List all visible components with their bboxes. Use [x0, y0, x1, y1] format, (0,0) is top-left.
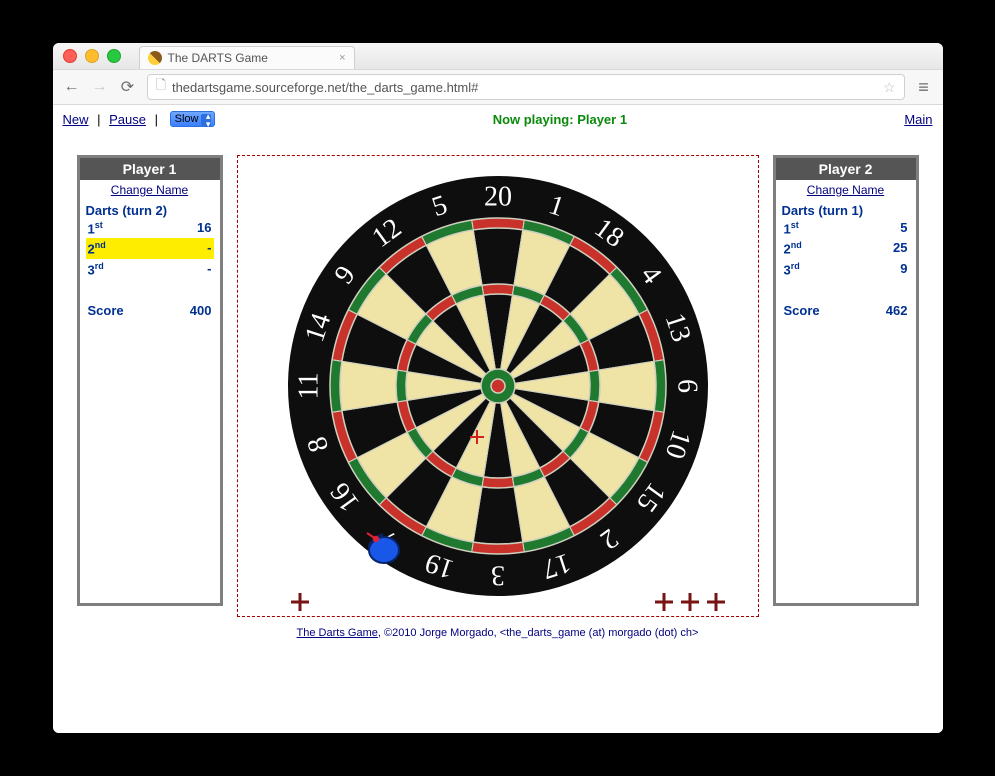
dartboard-area[interactable]: 2011841361015217319716811149125	[237, 155, 759, 617]
player2-title: Player 2	[776, 158, 916, 180]
chevron-updown-icon: ▴▾	[206, 112, 211, 128]
close-window-icon[interactable]	[63, 49, 77, 63]
player2-throw-row: 1st5	[782, 218, 910, 238]
page-footer: The Darts Game, ©2010 Jorge Morgado, <th…	[53, 623, 943, 649]
url-bar[interactable]: 🗋 thedartsgame.sourceforge.net/the_darts…	[147, 74, 905, 100]
player1-score-row: Score 400	[86, 301, 214, 320]
board-number: 20	[484, 182, 512, 213]
player1-throw-row: 1st16	[86, 218, 214, 238]
tab-title: The DARTS Game	[168, 51, 268, 65]
page-icon: 🗋	[156, 76, 166, 98]
p1-remaining-dart-icon	[291, 593, 309, 611]
browser-window: The DARTS Game × ← → ⟳ 🗋 thedartsgame.so…	[53, 43, 943, 733]
player2-change-name[interactable]: Change Name	[776, 180, 916, 200]
player2-turn-label: Darts (turn 1)	[782, 203, 910, 218]
p2-remaining-dart-icon	[707, 593, 725, 611]
player1-throw-row: 3rd-	[86, 259, 214, 279]
throwing-hand-icon	[362, 526, 404, 568]
url-text: thedartsgame.sourceforge.net/the_darts_g…	[172, 80, 478, 95]
new-game-link[interactable]: New	[63, 112, 89, 127]
back-icon[interactable]: ←	[63, 78, 81, 96]
minimize-window-icon[interactable]	[85, 49, 99, 63]
board-number: 11	[293, 373, 324, 400]
pause-link[interactable]: Pause	[109, 112, 146, 127]
speed-value: Slow	[175, 113, 199, 125]
p2-remaining-dart-icon	[655, 593, 673, 611]
player1-throw-row: 2nd-	[86, 238, 214, 258]
player1-panel: Player 1 Change Name Darts (turn 2) 1st1…	[77, 155, 223, 606]
player1-throw-value: -	[207, 261, 211, 277]
bookmark-star-icon[interactable]: ☆	[883, 79, 896, 96]
dartboard[interactable]: 2011841361015217319716811149125	[278, 166, 718, 606]
player1-throw-value: 16	[197, 220, 211, 236]
player2-throw-value: 25	[893, 240, 907, 256]
fullscreen-window-icon[interactable]	[107, 49, 121, 63]
p2-remaining-dart-icon	[681, 593, 699, 611]
player1-change-name[interactable]: Change Name	[80, 180, 220, 200]
player2-throw-row: 3rd9	[782, 259, 910, 279]
game-top-controls: New | Pause | Slow ▴▾ Now playing: Playe…	[53, 105, 943, 131]
player1-score: 400	[190, 303, 212, 318]
footer-link[interactable]: The Darts Game	[297, 627, 378, 639]
player2-panel: Player 2 Change Name Darts (turn 1) 1st5…	[773, 155, 919, 606]
player2-score: 462	[886, 303, 908, 318]
player2-score-row: Score 462	[782, 301, 910, 320]
close-tab-icon[interactable]: ×	[339, 51, 345, 65]
browser-toolbar: ← → ⟳ 🗋 thedartsgame.sourceforge.net/the…	[53, 70, 943, 105]
player1-throw-value: -	[207, 240, 211, 256]
forward-icon: →	[91, 78, 109, 96]
board-number: 3	[491, 560, 505, 591]
player2-throw-value: 5	[900, 220, 907, 236]
player2-throw-value: 9	[900, 261, 907, 277]
browser-tab[interactable]: The DARTS Game ×	[139, 46, 355, 69]
player1-title: Player 1	[80, 158, 220, 180]
board-number: 6	[671, 379, 702, 393]
window-buttons	[63, 49, 121, 63]
now-playing: Now playing: Player 1	[215, 112, 904, 127]
browser-menu-icon[interactable]: ≡	[915, 77, 933, 98]
main-link[interactable]: Main	[904, 112, 932, 127]
speed-select[interactable]: Slow ▴▾	[170, 111, 216, 127]
player1-turn-label: Darts (turn 2)	[86, 203, 214, 218]
page: New | Pause | Slow ▴▾ Now playing: Playe…	[53, 105, 943, 733]
aim-crosshair-icon	[470, 430, 484, 444]
titlebar: The DARTS Game ×	[53, 43, 943, 70]
player2-throw-row: 2nd25	[782, 238, 910, 258]
reload-icon[interactable]: ⟳	[119, 77, 137, 97]
game-wrap: Player 1 Change Name Darts (turn 2) 1st1…	[53, 155, 943, 623]
tab-favicon-icon	[148, 51, 162, 65]
